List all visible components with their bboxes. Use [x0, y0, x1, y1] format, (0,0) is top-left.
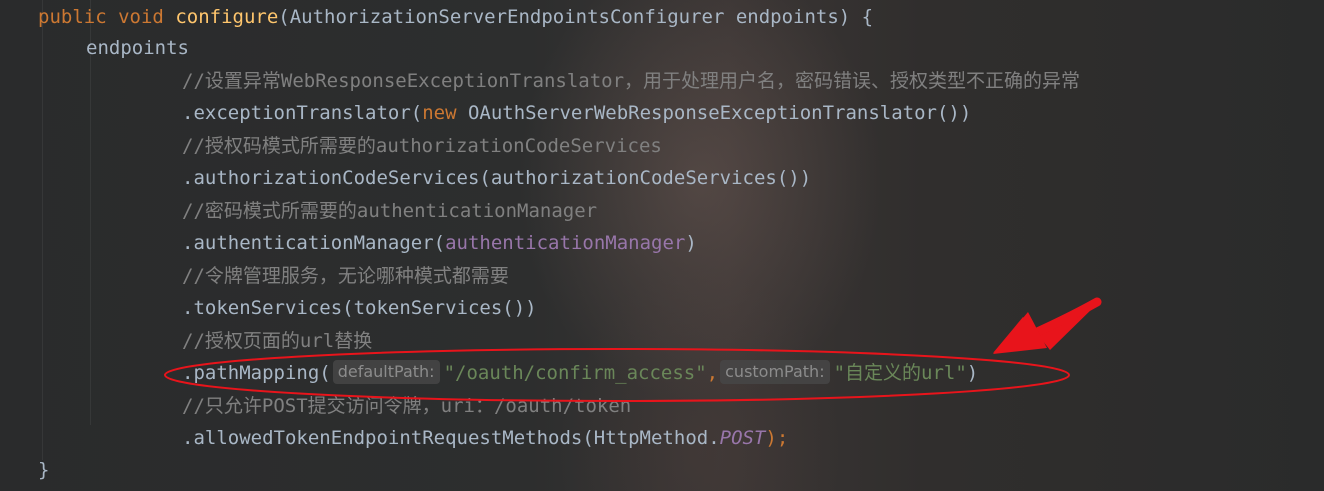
comma: , [706, 362, 719, 384]
paren: ) [966, 362, 979, 384]
field-reference: authenticationManager [445, 232, 686, 254]
closing-brace: } [38, 459, 50, 481]
pointer-arrow-icon [993, 304, 1097, 353]
code-line-8: .authenticationManager(authenticationMan… [182, 227, 697, 259]
code-line-15: } [38, 454, 49, 486]
method-call: .tokenServices(tokenServices()) [182, 297, 537, 319]
method-call: .authorizationCodeServices(authorization… [182, 167, 812, 189]
keyword: new [422, 102, 457, 124]
comment: //令牌管理服务，无论哪种模式都需要 [182, 265, 509, 287]
method-call: .pathMapping( [182, 362, 331, 384]
parameter-hint-default-path: defaultPath: [332, 360, 440, 384]
statement-end: ); [765, 427, 789, 449]
code-line-1: public void configure(AuthorizationServe… [38, 1, 873, 33]
code-line-11: //授权页面的url替换 [182, 325, 372, 357]
comment: //授权页面的url替换 [182, 330, 373, 352]
method-call: .authenticationManager( [182, 232, 446, 254]
indent-guide [42, 0, 43, 460]
code-line-14: .allowedTokenEndpointRequestMethods(Http… [182, 422, 788, 454]
keyword: void [118, 6, 164, 28]
method-name: configure [175, 6, 279, 28]
keyword: public [38, 6, 107, 28]
comment: //设置异常WebResponseExceptionTranslator，用于处… [182, 70, 1081, 92]
comment: //授权码模式所需要的authorizationCodeServices [182, 135, 662, 157]
identifier: endpoints [86, 37, 189, 59]
code-line-6: .authorizationCodeServices(authorization… [182, 162, 811, 194]
comment: //密码模式所需要的authenticationManager [182, 200, 598, 222]
parameters: (AuthorizationServerEndpointsConfigurer … [278, 6, 874, 28]
code-line-9: //令牌管理服务，无论哪种模式都需要 [182, 260, 509, 292]
code-line-5: //授权码模式所需要的authorizationCodeServices [182, 130, 662, 162]
constructor-call: OAuthServerWebResponseExceptionTranslato… [456, 102, 972, 124]
code-line-3: //设置异常WebResponseExceptionTranslator，用于处… [182, 65, 1080, 97]
code-line-13: //只允许POST提交访问令牌，uri：/oauth/token [182, 390, 631, 422]
code-line-12: .pathMapping(defaultPath: "/oauth/confirm… [182, 357, 978, 389]
code-line-2: endpoints [86, 32, 189, 64]
enum-constant: POST [719, 427, 766, 449]
method-call: .exceptionTranslator( [182, 102, 423, 124]
arrow-head [993, 312, 1047, 354]
parameter-hint-custom-path: customPath: [720, 360, 830, 384]
method-call: .allowedTokenEndpointRequestMethods(Http… [182, 427, 720, 449]
arrow-shaft [1010, 297, 1102, 347]
code-line-7: //密码模式所需要的authenticationManager [182, 195, 597, 227]
paren: ) [685, 232, 697, 254]
code-editor[interactable]: public void configure(AuthorizationServe… [0, 0, 1324, 491]
string-literal: "/oauth/confirm_access" [443, 362, 707, 384]
code-line-4: .exceptionTranslator(new OAuthServerWebR… [182, 97, 971, 129]
comment: //只允许POST提交访问令牌，uri：/oauth/token [182, 395, 632, 417]
string-literal: "自定义的url" [833, 362, 967, 384]
code-line-10: .tokenServices(tokenServices()) [182, 292, 537, 324]
